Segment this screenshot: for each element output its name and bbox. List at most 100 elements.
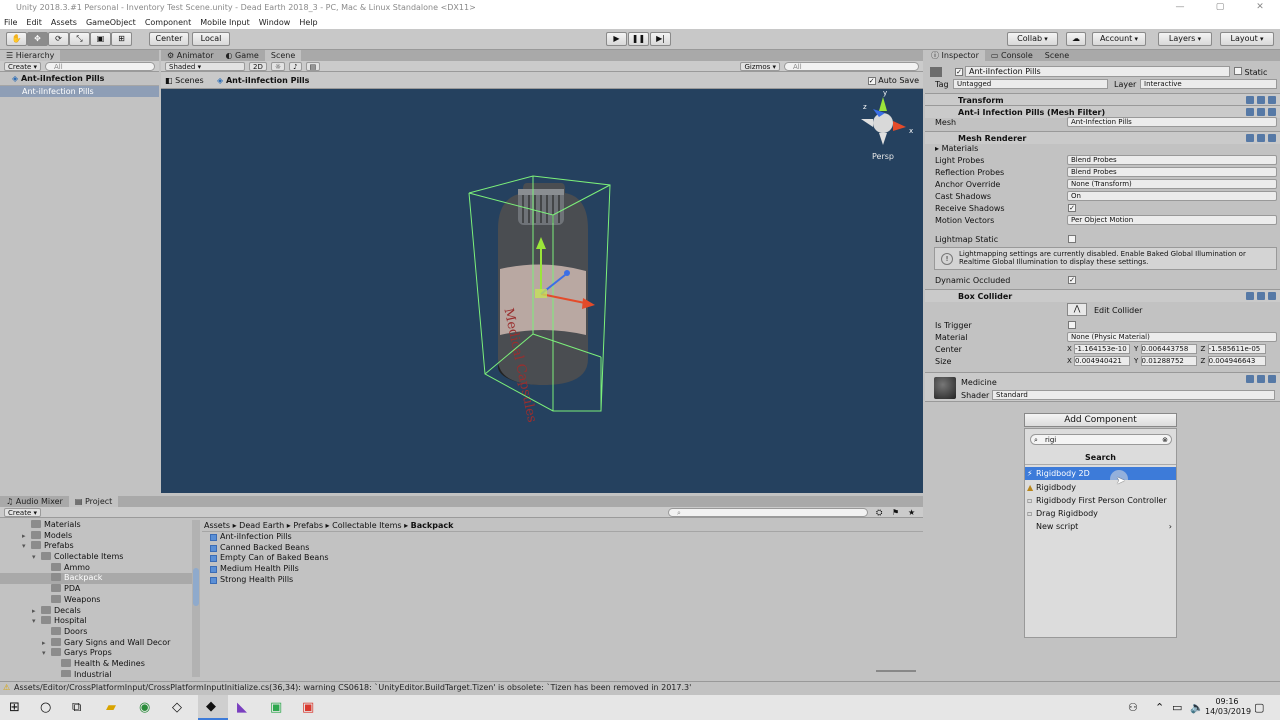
static-checkbox[interactable] bbox=[1234, 67, 1242, 75]
tab-scene-inspector[interactable]: Scene bbox=[1039, 50, 1075, 61]
tree-scrollbar-thumb[interactable] bbox=[193, 568, 199, 606]
scenes-breadcrumb[interactable]: ◧ Scenes bbox=[165, 76, 204, 85]
auto-save-checkbox[interactable]: ✓ bbox=[867, 77, 876, 85]
center-x-field[interactable]: X -1.164153e-10 bbox=[1067, 344, 1131, 354]
layers-dropdown[interactable]: Layers bbox=[1158, 32, 1212, 46]
2d-toggle[interactable]: 2D bbox=[249, 61, 267, 71]
task-view-icon[interactable]: ⧉ bbox=[72, 700, 81, 715]
camtasia-icon[interactable]: ▣ bbox=[270, 700, 282, 715]
step-button[interactable]: ▶| bbox=[650, 32, 671, 46]
path-backpack[interactable]: Backpack bbox=[411, 521, 454, 530]
volume-icon[interactable]: 🔈 bbox=[1190, 701, 1204, 714]
path-prefabs[interactable]: Prefabs bbox=[293, 521, 323, 530]
chrome-icon[interactable]: ◉ bbox=[139, 700, 150, 715]
menu-gameobject[interactable]: GameObject bbox=[86, 18, 136, 27]
hierarchy-create-button[interactable]: Create bbox=[4, 61, 42, 71]
transform-tool-icon[interactable]: ⊞ bbox=[111, 32, 132, 46]
tab-audio-mixer[interactable]: ♫ Audio Mixer bbox=[0, 496, 69, 507]
hierarchy-search-input[interactable]: All bbox=[45, 61, 156, 71]
asset-item[interactable]: Empty Can of Baked Beans bbox=[206, 553, 506, 564]
people-icon[interactable]: ⚇ bbox=[1128, 701, 1138, 714]
asset-item[interactable]: Ant-iInfection Pills bbox=[206, 532, 506, 543]
rotate-tool-icon[interactable]: ⟳ bbox=[48, 32, 69, 46]
folder-arrow-icon[interactable]: ▸ bbox=[32, 606, 41, 617]
cast-shadows-dropdown[interactable]: On bbox=[1067, 191, 1277, 201]
maximize-button[interactable]: ▢ bbox=[1200, 0, 1240, 15]
auto-save-toggle[interactable]: ✓ Auto Save bbox=[867, 76, 919, 85]
gizmos-dropdown[interactable]: Gizmos bbox=[740, 61, 780, 71]
path-collectable-items[interactable]: Collectable Items bbox=[332, 521, 401, 530]
tab-scene[interactable]: Scene bbox=[264, 50, 302, 61]
result-new-script[interactable]: New script › bbox=[1025, 520, 1176, 533]
effects-icon[interactable]: ▤ bbox=[305, 61, 321, 71]
lighting-icon[interactable]: ☼ bbox=[270, 61, 286, 71]
label-icon[interactable]: ⚑ bbox=[892, 508, 899, 517]
shader-dropdown[interactable]: Standard bbox=[992, 390, 1275, 400]
visual-studio-icon[interactable]: ◣ bbox=[237, 700, 247, 715]
result-rigidbody-fps[interactable]: ▫ Rigidbody First Person Controller bbox=[1025, 494, 1176, 507]
unity-editor-taskbar-button[interactable]: ◆ bbox=[198, 695, 228, 720]
result-rigidbody-2d[interactable]: ⚡ Rigidbody 2D bbox=[1025, 467, 1176, 480]
scene-viewport[interactable]: Medical Capsules x y z Persp bbox=[161, 89, 923, 493]
file-explorer-icon[interactable]: ▰ bbox=[106, 700, 116, 715]
component-menu-icons[interactable] bbox=[1246, 108, 1276, 116]
search-icon[interactable]: ○ bbox=[40, 700, 51, 715]
filter-icon[interactable]: ⛭ bbox=[876, 508, 882, 518]
collab-dropdown[interactable]: Collab bbox=[1007, 32, 1058, 46]
materials-foldout[interactable]: ▸ Materials bbox=[935, 144, 978, 153]
menu-mobile-input[interactable]: Mobile Input bbox=[200, 18, 250, 27]
menu-assets[interactable]: Assets bbox=[51, 18, 77, 27]
anchor-override-field[interactable]: None (Transform) bbox=[1067, 179, 1277, 189]
folder-item[interactable]: Materials bbox=[0, 520, 195, 531]
folder-arrow-icon[interactable]: ▾ bbox=[32, 552, 41, 563]
account-dropdown[interactable]: Account bbox=[1092, 32, 1146, 46]
clock[interactable]: 09:16 14/03/2019 bbox=[1205, 697, 1251, 717]
layout-dropdown[interactable]: Layout bbox=[1220, 32, 1274, 46]
mesh-field[interactable]: Ant-Infection Pills bbox=[1067, 117, 1277, 127]
pivot-local-button[interactable]: Local bbox=[192, 32, 230, 46]
clear-search-icon[interactable]: ⊗ bbox=[1162, 435, 1168, 445]
center-y-field[interactable]: Y 0.006443758 bbox=[1134, 344, 1197, 354]
size-y-field[interactable]: Y 0.01288752 bbox=[1134, 356, 1197, 366]
is-trigger-checkbox[interactable] bbox=[1068, 321, 1076, 329]
folder-arrow-icon[interactable]: ▾ bbox=[42, 648, 51, 659]
result-rigidbody[interactable]: ▲ Rigidbody bbox=[1025, 481, 1176, 494]
size-z-field[interactable]: Z 0.004946643 bbox=[1201, 356, 1266, 366]
tray-chevron-icon[interactable]: ⌃ bbox=[1155, 701, 1164, 714]
path-dead-earth[interactable]: Dead Earth bbox=[239, 521, 284, 530]
notifications-icon[interactable]: ▢ bbox=[1254, 701, 1264, 714]
folder-item[interactable]: ▾ Prefabs bbox=[0, 541, 195, 552]
persp-label[interactable]: Persp bbox=[872, 152, 894, 161]
folder-item[interactable]: Weapons bbox=[0, 594, 195, 606]
tab-hierarchy[interactable]: ☰ Hierarchy bbox=[0, 50, 61, 61]
box-collider-header[interactable]: Box Collider bbox=[925, 289, 1280, 302]
orientation-gizmo[interactable]: x y z bbox=[861, 89, 913, 145]
folder-item[interactable]: ▸ Models bbox=[0, 530, 195, 542]
result-drag-rigidbody[interactable]: ▫ Drag Rigidbody bbox=[1025, 507, 1176, 520]
hierarchy-item[interactable]: Ant-iInfection Pills bbox=[0, 86, 159, 97]
object-name-field[interactable]: Ant-iInfection Pills bbox=[965, 66, 1230, 77]
audio-icon[interactable]: ♪ bbox=[289, 61, 302, 71]
project-create-button[interactable]: Create bbox=[4, 507, 42, 517]
minimize-button[interactable]: — bbox=[1160, 0, 1200, 15]
lightmap-static-checkbox[interactable] bbox=[1068, 235, 1076, 243]
close-button[interactable]: ✕ bbox=[1240, 0, 1280, 15]
tab-inspector[interactable]: ⓘ Inspector bbox=[925, 50, 985, 61]
mesh-renderer-header[interactable]: Mesh Renderer bbox=[925, 131, 1280, 144]
folder-arrow-icon[interactable]: ▸ bbox=[22, 531, 31, 542]
menu-edit[interactable]: Edit bbox=[26, 18, 42, 27]
folder-arrow-icon[interactable]: ▸ bbox=[42, 638, 51, 649]
component-menu-icons[interactable] bbox=[1246, 375, 1276, 383]
folder-arrow-icon[interactable]: ▾ bbox=[32, 616, 41, 627]
pause-button[interactable]: ❚❚ bbox=[628, 32, 649, 46]
component-search-input[interactable]: ⌕ rigi ⊗ bbox=[1030, 434, 1172, 445]
path-assets[interactable]: Assets bbox=[204, 521, 230, 530]
add-component-button[interactable]: Add Component bbox=[1024, 413, 1177, 427]
rect-tool-icon[interactable]: ▣ bbox=[90, 32, 111, 46]
hand-tool-icon[interactable]: ✋ bbox=[6, 32, 27, 46]
material-section[interactable]: Medicine Shader Standard bbox=[925, 372, 1280, 402]
folder-item[interactable]: Backpack bbox=[0, 573, 195, 585]
pivot-center-button[interactable]: Center bbox=[149, 32, 189, 46]
play-button[interactable]: ▶ bbox=[606, 32, 627, 46]
folder-arrow-icon[interactable]: ▾ bbox=[22, 541, 31, 552]
